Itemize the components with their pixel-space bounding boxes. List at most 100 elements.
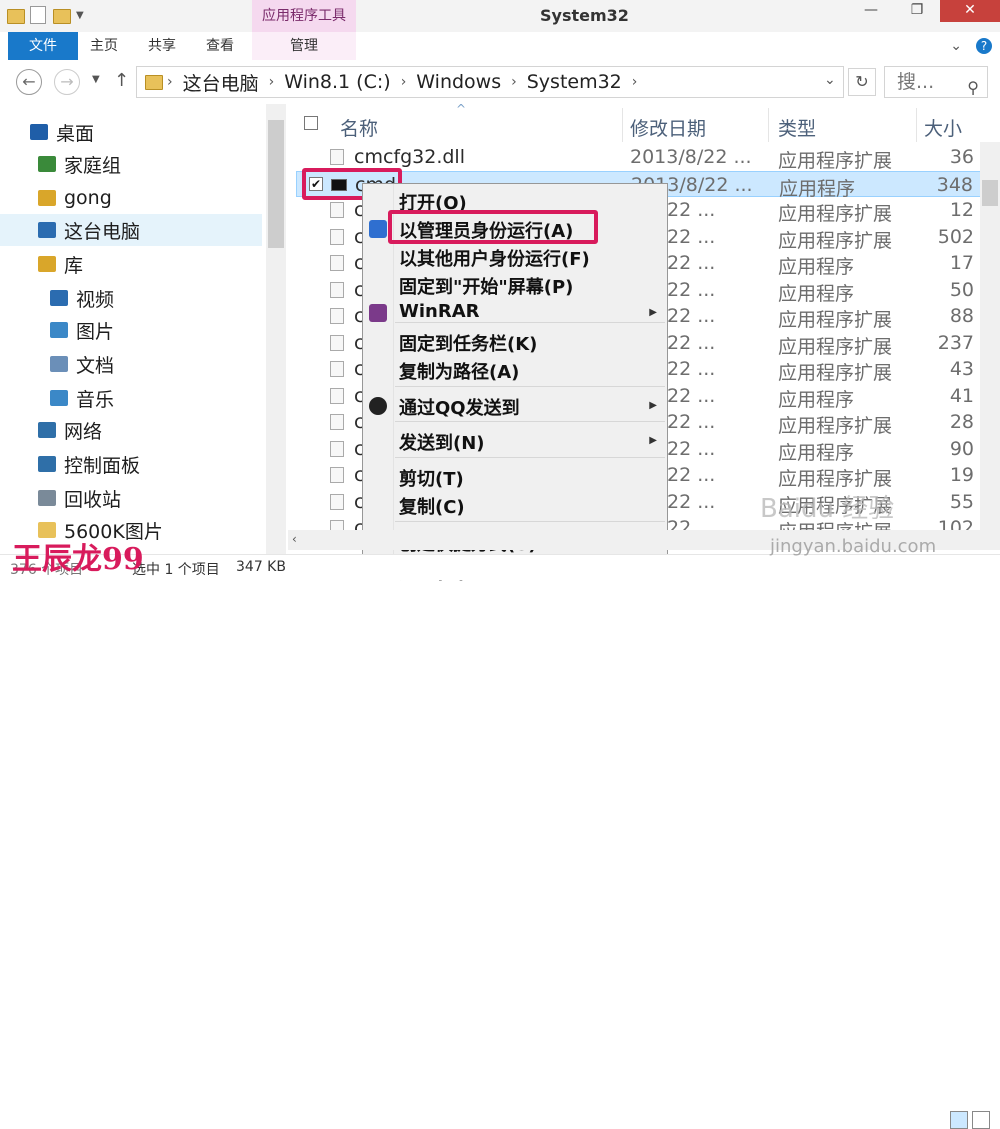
quick-access-toolbar: ▼ xyxy=(6,4,84,26)
tab-home[interactable]: 主页 xyxy=(90,32,118,60)
menu-item[interactable]: WinRAR xyxy=(399,301,480,322)
cell-size: 90 xyxy=(949,437,974,460)
cell-size: 237 xyxy=(937,331,974,354)
folder-icon xyxy=(6,6,25,24)
sidebar-item[interactable]: 家庭组 xyxy=(0,148,262,180)
close-button[interactable]: ✕ xyxy=(940,0,1000,22)
minimize-button[interactable]: — xyxy=(848,0,894,22)
tab-share[interactable]: 共享 xyxy=(148,32,176,60)
tab-file[interactable]: 文件 xyxy=(8,32,78,60)
breadcrumb-drive-c[interactable]: Win8.1 (C:) xyxy=(284,71,390,93)
details-view-button[interactable] xyxy=(950,1111,968,1129)
breadcrumb-system32[interactable]: System32 xyxy=(527,71,622,93)
documents-icon xyxy=(50,356,68,372)
menu-item[interactable]: 复制(C) xyxy=(399,493,465,519)
sidebar-item[interactable]: 桌面 xyxy=(0,116,262,148)
nav-pane-scroll-thumb[interactable] xyxy=(268,120,284,248)
cell-size: 55 xyxy=(949,490,974,513)
cell-size: 17 xyxy=(949,252,974,274)
qq-icon xyxy=(369,397,387,415)
scroll-left-icon[interactable]: ‹ xyxy=(292,532,297,546)
recent-locations-icon[interactable]: ▼ xyxy=(92,74,100,85)
column-date[interactable]: 修改日期 xyxy=(630,114,706,141)
cell-size: 88 xyxy=(949,305,974,327)
sidebar-item[interactable]: 库 xyxy=(0,248,262,280)
address-bar[interactable]: › 这台电脑 › Win8.1 (C:) › Windows › System3… xyxy=(136,66,844,98)
sidebar-item[interactable]: 文档 xyxy=(0,348,262,380)
sidebar-item-label: 这台电脑 xyxy=(64,220,141,243)
sidebar-item-label: 文档 xyxy=(76,354,115,377)
ribbon-tabs: 文件 主页 共享 查看 管理 ⌄ ? xyxy=(0,32,1000,61)
cell-type: 应用程序扩展 xyxy=(778,203,893,225)
file-icon xyxy=(330,281,344,298)
menu-separator xyxy=(395,457,665,458)
file-list-scroll-thumb[interactable] xyxy=(982,180,998,206)
search-placeholder: 搜... xyxy=(897,71,935,93)
uac-shield-icon xyxy=(369,220,387,238)
sidebar-item[interactable]: 这台电脑 xyxy=(0,214,262,246)
sidebar-item[interactable]: 音乐 xyxy=(0,382,262,414)
file-icon xyxy=(330,387,344,404)
menu-separator xyxy=(395,322,665,323)
up-button[interactable]: ↑ xyxy=(114,70,129,91)
cell-type: 应用程序扩展 xyxy=(778,229,893,252)
file-icon xyxy=(330,202,344,218)
sidebar-item-label: 桌面 xyxy=(56,122,95,145)
recycle-bin-icon xyxy=(38,490,56,506)
back-button[interactable]: ← xyxy=(16,69,42,95)
file-icon xyxy=(330,361,344,377)
menu-item[interactable]: 固定到"开始"屏幕(P) xyxy=(399,273,573,299)
menu-item[interactable]: 以其他用户身份运行(F) xyxy=(399,245,590,271)
menu-separator xyxy=(395,521,665,522)
homegroup-icon xyxy=(38,156,56,172)
chevron-right-icon: › xyxy=(268,74,275,90)
cell-type: 应用程序 xyxy=(778,388,855,411)
sidebar-item[interactable]: 网络 xyxy=(0,414,262,446)
menu-item[interactable]: 通过QQ发送到 xyxy=(399,394,520,420)
site-url-watermark: jingyan.baidu.com xyxy=(770,536,937,557)
select-all-checkbox[interactable] xyxy=(304,116,318,130)
chevron-right-icon: › xyxy=(400,74,407,90)
search-icon[interactable]: ⚲ xyxy=(967,73,979,103)
menu-separator xyxy=(395,386,665,387)
tab-manage[interactable]: 管理 xyxy=(252,32,356,60)
menu-item[interactable]: 固定到任务栏(K) xyxy=(399,330,537,356)
chevron-down-icon[interactable]: ⌄ xyxy=(824,72,836,88)
winrar-icon xyxy=(369,304,387,322)
window-title: System32 xyxy=(540,6,629,25)
navigation-bar: ← → ▼ ↑ › 这台电脑 › Win8.1 (C:) › Windows ›… xyxy=(0,60,1000,104)
file-icon xyxy=(330,467,344,483)
sidebar-item-label: 音乐 xyxy=(76,388,115,411)
breadcrumb-windows[interactable]: Windows xyxy=(416,71,501,93)
cell-type: 应用程序 xyxy=(778,256,855,278)
menu-item[interactable]: 复制为路径(A) xyxy=(399,358,519,384)
forward-button[interactable]: → xyxy=(54,69,80,95)
breadcrumb-this-pc[interactable]: 这台电脑 xyxy=(183,69,259,96)
properties-icon[interactable] xyxy=(30,6,46,24)
cell-type: 应用程序扩展 xyxy=(778,468,893,490)
search-input[interactable]: 搜... ⚲ xyxy=(884,66,988,98)
column-type[interactable]: 类型 xyxy=(778,114,816,141)
computer-icon xyxy=(38,222,56,238)
refresh-button[interactable]: ↻ xyxy=(848,68,876,96)
large-icons-view-button[interactable] xyxy=(972,1111,990,1129)
customize-toolbar-icon[interactable]: ▼ xyxy=(76,10,84,21)
help-icon[interactable]: ? xyxy=(976,38,992,54)
new-folder-icon[interactable] xyxy=(52,6,71,24)
site-watermark: Baidu 经验 xyxy=(760,494,895,524)
sidebar-item[interactable]: 图片 xyxy=(0,314,262,346)
table-row[interactable]: cmcfg32.dll 2013/8/22 ... 应用程序扩展 36 xyxy=(296,144,1000,172)
menu-item[interactable]: 剪切(T) xyxy=(399,465,464,491)
expand-ribbon-icon[interactable]: ⌄ xyxy=(950,38,962,54)
sidebar-item[interactable]: 视频 xyxy=(0,282,262,314)
sidebar-item[interactable]: gong xyxy=(0,182,262,214)
sidebar-item[interactable]: 控制面板 xyxy=(0,448,262,480)
column-name[interactable]: 名称 xyxy=(340,114,378,141)
chevron-right-icon: › xyxy=(511,74,517,90)
sidebar-item[interactable]: 回收站 xyxy=(0,482,262,514)
column-size[interactable]: 大小 xyxy=(924,114,962,141)
menu-item[interactable]: 发送到(N) xyxy=(399,429,485,455)
file-list-header: ^ 名称 修改日期 类型 大小 xyxy=(296,102,1000,142)
maximize-button[interactable]: ❐ xyxy=(894,0,940,22)
tab-view[interactable]: 查看 xyxy=(206,32,234,60)
